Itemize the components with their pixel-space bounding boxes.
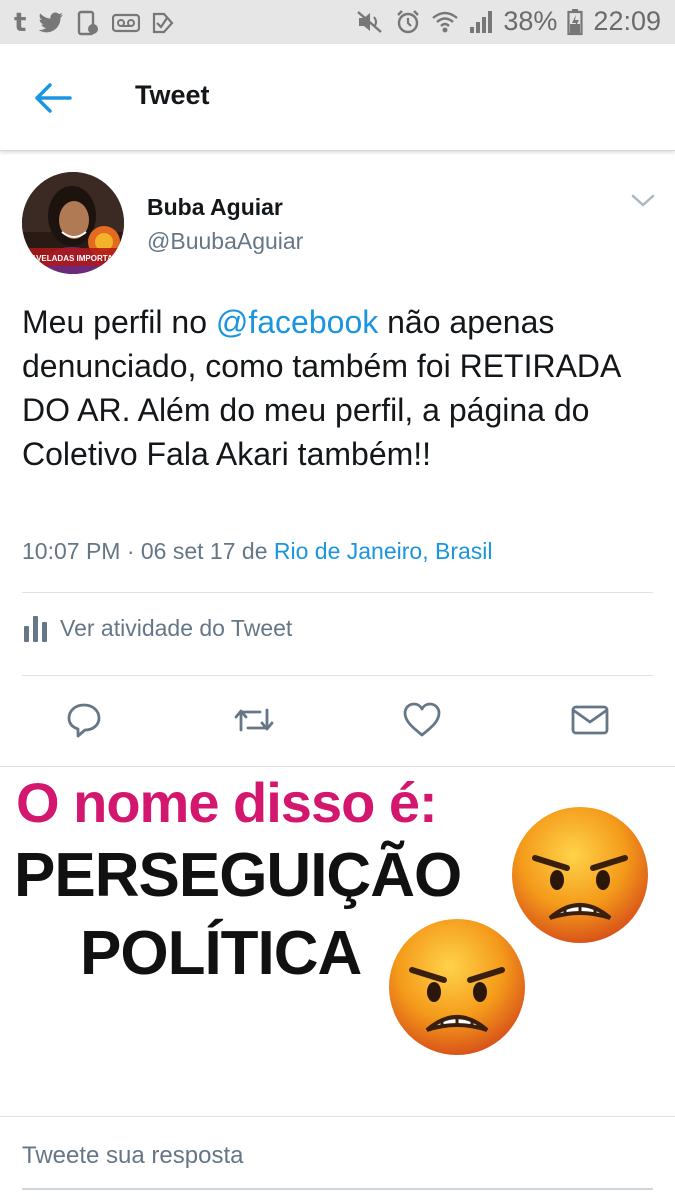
retweet-icon	[234, 708, 274, 732]
status-bar: t 38% 22:09	[0, 0, 675, 44]
author-handle[interactable]: @BuubaAguiar	[147, 228, 303, 255]
divider	[0, 766, 675, 767]
signal-icon	[470, 10, 493, 33]
caption-line-2: PERSEGUIÇÃO	[14, 841, 462, 910]
divider	[0, 1116, 675, 1117]
tweet-text: Meu perfil no @facebook não apenas denun…	[22, 300, 652, 476]
author-name[interactable]: Buba Aguiar	[147, 194, 283, 221]
alarm-icon	[397, 9, 420, 33]
tweet-meta: 10:07 PM · 06 set 17 de Rio de Janeiro, …	[22, 538, 493, 565]
reply-placeholder: Tweete sua resposta	[22, 1142, 244, 1169]
clock: 22:09	[593, 6, 661, 36]
tweet-timestamp: 10:07 PM · 06 set 17	[22, 538, 236, 564]
retweet-button[interactable]	[232, 700, 274, 740]
tweet-actions	[0, 700, 675, 740]
system-icons: 38% 22:09	[355, 6, 661, 37]
tweet-text-part: Meu perfil no	[22, 304, 216, 340]
voicemail-icon	[112, 13, 141, 33]
page-title: Tweet	[135, 80, 210, 110]
divider	[22, 592, 653, 593]
notification-icons: t	[14, 8, 174, 38]
heart-icon	[403, 702, 441, 737]
caption-line-3: POLÍTICA	[80, 919, 362, 988]
envelope-icon	[571, 705, 609, 735]
location-prefix: de	[241, 538, 268, 564]
app-header: Tweet	[0, 44, 675, 151]
avatar[interactable]: FAVELADAS IMPORTAM	[22, 172, 124, 274]
reply-input[interactable]: Tweete sua resposta	[22, 1142, 652, 1182]
divider	[22, 675, 653, 676]
battery-icon	[567, 8, 584, 35]
check-icon	[153, 12, 174, 34]
angry-face-icon	[389, 919, 525, 1055]
mention-link[interactable]: @facebook	[216, 304, 378, 340]
reply-icon	[67, 703, 101, 738]
tumblr-icon: t	[14, 8, 27, 38]
battery-percent: 38%	[503, 6, 558, 36]
location-link[interactable]: Rio de Janeiro, Brasil	[274, 538, 493, 564]
phone-icon	[78, 10, 99, 36]
like-button[interactable]	[402, 700, 442, 740]
wifi-icon	[432, 11, 459, 32]
activity-label: Ver atividade do Tweet	[60, 614, 293, 641]
caption-line-1: O nome disso é:	[16, 771, 438, 834]
twitter-icon	[39, 12, 64, 33]
chevron-down-icon	[631, 194, 655, 207]
arrow-left-icon	[35, 83, 72, 113]
reply-underline	[22, 1188, 653, 1190]
back-button[interactable]	[30, 78, 76, 118]
tweet-activity-link[interactable]: Ver atividade do Tweet	[22, 612, 292, 644]
tweet-menu-button[interactable]	[630, 192, 656, 210]
dm-button[interactable]	[570, 700, 610, 740]
avatar-photo: FAVELADAS IMPORTAM	[22, 172, 124, 274]
bar-chart-icon	[24, 616, 47, 642]
mute-icon	[357, 10, 383, 33]
reply-button[interactable]	[64, 700, 104, 740]
avatar-badge-text: FAVELADAS IMPORTAM	[26, 254, 119, 263]
